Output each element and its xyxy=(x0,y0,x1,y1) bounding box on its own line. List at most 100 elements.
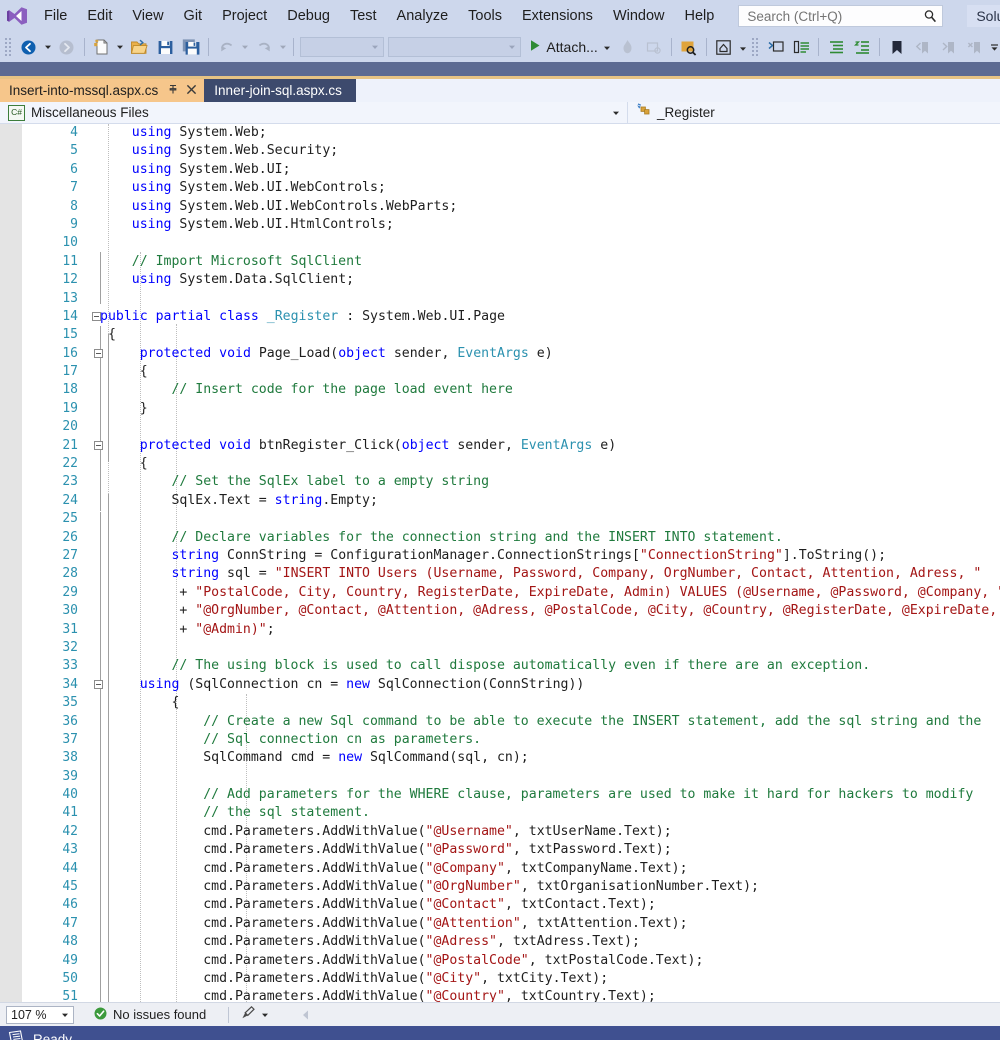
menu-analyze[interactable]: Analyze xyxy=(387,4,459,28)
platform-combo[interactable] xyxy=(388,37,522,57)
code-line[interactable]: 23 // Set the SqlEx label to a empty str… xyxy=(0,473,1000,491)
search-input[interactable] xyxy=(747,7,924,25)
code-line[interactable]: 22 { xyxy=(0,455,1000,473)
configuration-combo[interactable] xyxy=(299,37,385,57)
code-text-area[interactable]: 4 using System.Web; 5 using System.Web.Se… xyxy=(0,124,1000,1002)
code-line[interactable]: 37 // Sql connection cn as parameters. xyxy=(0,731,1000,749)
code-line[interactable]: 10 xyxy=(0,234,1000,252)
search-box[interactable] xyxy=(738,5,944,27)
code-line[interactable]: 34 using (SqlConnection cn = new SqlConn… xyxy=(0,676,1000,694)
code-line[interactable]: 4 using System.Web; xyxy=(0,124,1000,142)
code-line[interactable]: 9 using System.Web.UI.HtmlControls; xyxy=(0,216,1000,234)
code-line[interactable]: 5 using System.Web.Security; xyxy=(0,142,1000,160)
menu-tools[interactable]: Tools xyxy=(458,4,512,28)
horizontal-scroll-left-arrow[interactable] xyxy=(301,1009,310,1021)
toolbar-overflow-chevron-down-icon[interactable] xyxy=(988,41,1000,53)
navigate-backward-icon[interactable] xyxy=(17,35,41,59)
code-line[interactable]: 19 } xyxy=(0,400,1000,418)
code-line[interactable]: 48 cmd.Parameters.AddWithValue("@Adress"… xyxy=(0,933,1000,951)
code-line[interactable]: 41 // the sql statement. xyxy=(0,804,1000,822)
member-dropdown[interactable]: _Register xyxy=(628,102,1000,123)
code-line[interactable]: 46 cmd.Parameters.AddWithValue("@Contact… xyxy=(0,896,1000,914)
code-line[interactable]: 20 xyxy=(0,418,1000,436)
code-line[interactable]: 6 using System.Web.UI; xyxy=(0,161,1000,179)
code-line[interactable]: 7 using System.Web.UI.WebControls; xyxy=(0,179,1000,197)
decrease-indent-icon[interactable] xyxy=(850,35,874,59)
menu-view[interactable]: View xyxy=(122,4,173,28)
menu-window[interactable]: Window xyxy=(603,4,675,28)
code-line[interactable]: 50 cmd.Parameters.AddWithValue("@City", … xyxy=(0,970,1000,988)
code-line[interactable]: 49 cmd.Parameters.AddWithValue("@PostalC… xyxy=(0,952,1000,970)
code-line[interactable]: 28 string sql = "INSERT INTO Users (User… xyxy=(0,565,1000,583)
status-notification-icon[interactable] xyxy=(8,1029,24,1040)
code-line[interactable]: 24 SqlEx.Text = string.Empty; xyxy=(0,492,1000,510)
select-window-chevron-down-icon[interactable] xyxy=(737,42,749,52)
code-line[interactable]: 8 using System.Web.UI.WebControls.WebPar… xyxy=(0,198,1000,216)
menu-debug[interactable]: Debug xyxy=(277,4,340,28)
toolbar-grip[interactable] xyxy=(4,37,13,57)
open-file-icon[interactable] xyxy=(127,35,151,59)
code-line[interactable]: 14 public partial class _Register : Syste… xyxy=(0,308,1000,326)
code-line[interactable]: 35 { xyxy=(0,694,1000,712)
issues-indicator[interactable]: No issues found xyxy=(94,1007,206,1023)
code-line[interactable]: 42 cmd.Parameters.AddWithValue("@Usernam… xyxy=(0,823,1000,841)
attach-button[interactable]: Attach... xyxy=(525,35,614,59)
code-line[interactable]: 40 // Add parameters for the WHERE claus… xyxy=(0,786,1000,804)
code-line[interactable]: 12 using System.Data.SqlClient; xyxy=(0,271,1000,289)
code-line[interactable]: 39 xyxy=(0,768,1000,786)
code-line[interactable]: 21 protected void btnRegister_Click(obje… xyxy=(0,437,1000,455)
solution-name[interactable]: Solution1 xyxy=(967,5,1000,27)
menu-edit[interactable]: Edit xyxy=(77,4,122,28)
new-file-chevron-down-icon[interactable] xyxy=(115,43,127,51)
code-line[interactable]: 47 cmd.Parameters.AddWithValue("@Attenti… xyxy=(0,915,1000,933)
code-line[interactable]: 11 // Import Microsoft SqlClient xyxy=(0,253,1000,271)
increase-indent-icon[interactable] xyxy=(824,35,848,59)
toggle-bookmark-icon[interactable] xyxy=(885,35,909,59)
code-line[interactable]: 25 xyxy=(0,510,1000,528)
navigate-backward-chevron-down-icon[interactable] xyxy=(42,43,54,51)
code-line[interactable]: 29 + "PostalCode, City, Country, Registe… xyxy=(0,584,1000,602)
menu-file[interactable]: File xyxy=(34,4,77,28)
save-all-icon[interactable] xyxy=(179,35,203,59)
code-line[interactable]: 45 cmd.Parameters.AddWithValue("@OrgNumb… xyxy=(0,878,1000,896)
attach-chevron-down-icon[interactable] xyxy=(603,39,611,55)
code-line[interactable]: 44 cmd.Parameters.AddWithValue("@Company… xyxy=(0,860,1000,878)
code-cleanup-button[interactable] xyxy=(241,1005,269,1025)
code-line[interactable]: 43 cmd.Parameters.AddWithValue("@Passwor… xyxy=(0,841,1000,859)
code-line[interactable]: 18 // Insert code for the page load even… xyxy=(0,381,1000,399)
uncomment-selection-icon[interactable] xyxy=(789,35,813,59)
zoom-chevron-down-icon[interactable] xyxy=(61,1008,69,1022)
close-icon[interactable] xyxy=(186,83,197,98)
code-line[interactable]: 26 // Declare variables for the connecti… xyxy=(0,529,1000,547)
code-editor[interactable]: 4 using System.Web; 5 using System.Web.Se… xyxy=(0,124,1000,1002)
tab-inner-join-sql[interactable]: Inner-join-sql.aspx.cs xyxy=(204,79,356,102)
toolbar-grip-2[interactable] xyxy=(750,37,760,57)
code-line[interactable]: 31 + "@Admin)"; xyxy=(0,621,1000,639)
code-line[interactable]: 30 + "@OrgNumber, @Contact, @Attention, … xyxy=(0,602,1000,620)
code-line[interactable]: 27 string ConnString = ConfigurationMana… xyxy=(0,547,1000,565)
code-line[interactable]: 15 { xyxy=(0,326,1000,344)
comment-selection-icon[interactable] xyxy=(763,35,787,59)
code-line[interactable]: 13 xyxy=(0,290,1000,308)
project-dropdown[interactable]: C# Miscellaneous Files xyxy=(0,102,628,123)
select-window-icon[interactable] xyxy=(712,35,736,59)
menu-extensions[interactable]: Extensions xyxy=(512,4,603,28)
tab-insert-into-mssql[interactable]: Insert-into-mssql.aspx.cs xyxy=(0,79,205,102)
code-line[interactable]: 16 protected void Page_Load(object sende… xyxy=(0,345,1000,363)
code-cleanup-chevron-down-icon[interactable] xyxy=(261,1006,269,1024)
menu-test[interactable]: Test xyxy=(340,4,387,28)
new-file-icon[interactable] xyxy=(90,35,114,59)
zoom-level-dropdown[interactable]: 107 % xyxy=(6,1005,74,1024)
menu-project[interactable]: Project xyxy=(212,4,277,28)
save-icon[interactable] xyxy=(153,35,177,59)
code-line[interactable]: 51 cmd.Parameters.AddWithValue("@Country… xyxy=(0,988,1000,1002)
code-line[interactable]: 32 xyxy=(0,639,1000,657)
live-visual-tree-icon[interactable] xyxy=(677,35,701,59)
code-line[interactable]: 38 SqlCommand cmd = new SqlCommand(sql, … xyxy=(0,749,1000,767)
code-line[interactable]: 36 // Create a new Sql command to be abl… xyxy=(0,713,1000,731)
menu-help[interactable]: Help xyxy=(675,4,725,28)
menu-git[interactable]: Git xyxy=(174,4,213,28)
code-line[interactable]: 17 { xyxy=(0,363,1000,381)
pin-icon[interactable] xyxy=(168,83,179,98)
code-line[interactable]: 33 // The using block is used to call di… xyxy=(0,657,1000,675)
